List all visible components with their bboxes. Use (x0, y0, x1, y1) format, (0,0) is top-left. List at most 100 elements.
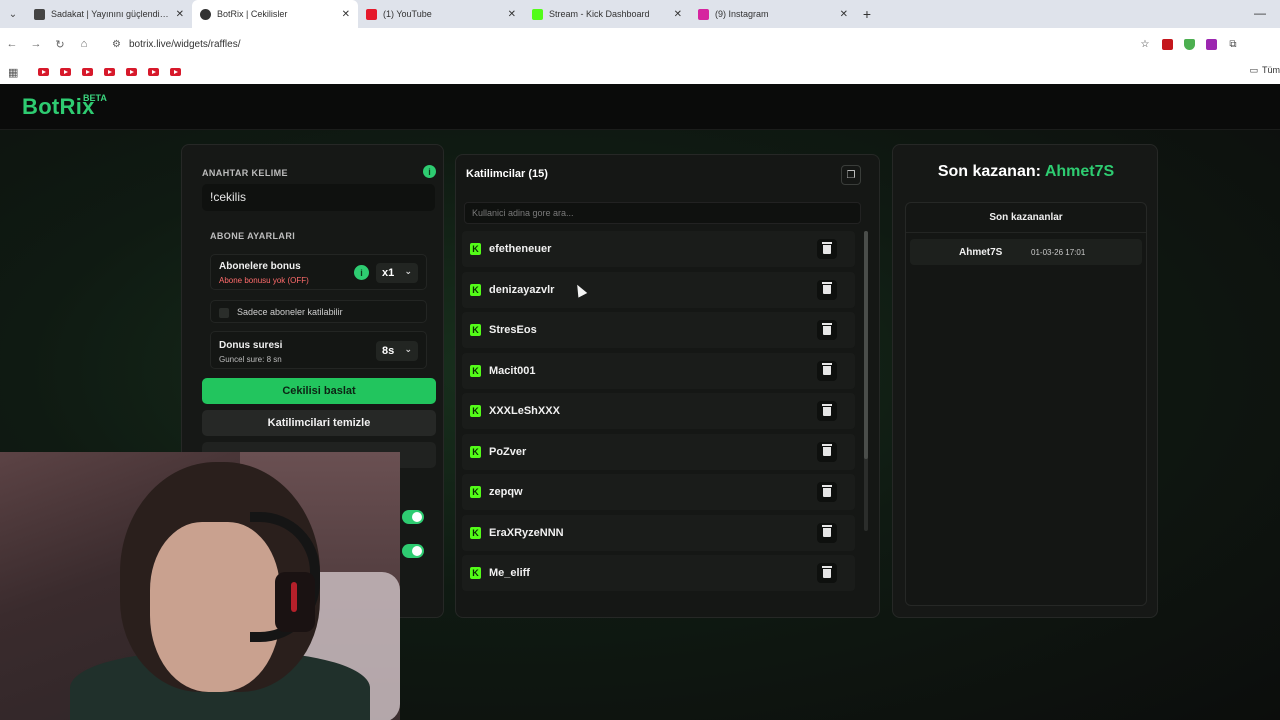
browser-tab[interactable]: Stream - Kick Dashboard ✕ (524, 0, 690, 28)
youtube-bookmark-icon[interactable] (148, 68, 159, 76)
extension-purple-icon[interactable] (1200, 33, 1222, 55)
youtube-bookmark-icon[interactable] (126, 68, 137, 76)
list-item: Kefetheneuer (462, 231, 855, 267)
home-icon[interactable]: ⌂ (72, 38, 96, 50)
folder-label: Tüm (1262, 65, 1280, 75)
participant-list-scrollbar[interactable] (864, 231, 868, 531)
participant-name: efetheneuer (489, 243, 552, 255)
all-bookmarks-folder[interactable]: ▭ Tüm (1249, 65, 1280, 76)
kick-icon: K (470, 405, 481, 417)
extension-pdf-icon[interactable] (1156, 33, 1178, 55)
delete-participant-button[interactable] (817, 320, 837, 340)
tab-title: (1) YouTube (383, 9, 432, 19)
new-tab-button[interactable]: + (856, 6, 878, 22)
info-icon[interactable]: i (423, 165, 436, 178)
delete-participant-button[interactable] (817, 522, 837, 543)
tab-favicon (34, 8, 45, 20)
recent-winners-title: Son kazananlar (906, 203, 1146, 233)
site-info-icon[interactable]: ⚙ (112, 39, 121, 50)
participant-name: Macit001 (489, 364, 536, 377)
copy-icon[interactable]: ❐ (841, 165, 861, 185)
app-header: BotRix BETA (0, 84, 1280, 130)
instagram-icon (698, 8, 709, 20)
headset-earcup (275, 572, 315, 632)
subscriber-settings-label: ABONE AYARLARI (210, 231, 296, 241)
close-tab-icon[interactable]: ✕ (342, 9, 350, 20)
chevron-down-icon: ⌄ (404, 344, 412, 354)
start-raffle-button[interactable]: Cekilisi baslat (202, 378, 436, 404)
trash-icon (822, 565, 832, 578)
subs-only-row[interactable]: Sadece aboneler katilabilir (210, 300, 427, 323)
delete-participant-button[interactable] (817, 360, 837, 381)
browser-tab[interactable]: (9) Instagram ✕ (690, 0, 856, 28)
bookmark-star-icon[interactable]: ☆ (1134, 33, 1156, 55)
trash-icon (822, 444, 832, 456)
delete-participant-button[interactable] (817, 401, 837, 421)
webcam-overlay (0, 452, 400, 720)
scrollbar-thumb[interactable] (864, 231, 868, 459)
participant-name: EraXRyzeNNN (489, 526, 564, 539)
participant-name: StresEos (489, 324, 537, 336)
close-tab-icon[interactable]: ✕ (674, 9, 682, 20)
browser-tab[interactable]: Sadakat | Yayınını güçlendirmek ✕ (26, 0, 192, 28)
participant-name: XXXLeShXXX (489, 405, 560, 417)
trash-icon (822, 484, 832, 497)
delete-participant-button[interactable] (817, 563, 837, 583)
extension-shield-icon[interactable] (1178, 33, 1200, 55)
delete-participant-button[interactable] (817, 239, 837, 259)
extensions-puzzle-icon[interactable]: ⧉ (1222, 33, 1244, 55)
address-bar: ← → ↻ ⌂ ⚙ botrix.live/widgets/raffles/ ☆… (0, 28, 1280, 60)
url-field[interactable]: ⚙ botrix.live/widgets/raffles/ (104, 32, 1134, 56)
list-item: K XXXLeShXXX (462, 393, 855, 429)
delete-participant-button[interactable] (817, 279, 837, 300)
list-item: Kdenizayazvlr (462, 271, 855, 308)
delete-participant-button[interactable] (817, 441, 837, 462)
tab-search-icon[interactable]: ⌄ (0, 0, 26, 28)
trash-icon (822, 241, 832, 254)
back-icon[interactable]: ← (0, 38, 24, 50)
duration-select[interactable]: 8s ⌄ (376, 341, 418, 361)
last-winner-prefix: Son kazanan: (937, 163, 1041, 180)
kick-icon: K (470, 243, 481, 255)
youtube-bookmark-icon[interactable] (104, 68, 115, 76)
youtube-bookmark-icon[interactable] (38, 68, 49, 76)
chevron-down-icon: ⌄ (404, 266, 412, 276)
list-item: K EraXRyzeNNN (462, 514, 855, 551)
apps-grid-icon[interactable]: ▦ (8, 66, 20, 79)
kick-icon (532, 8, 543, 20)
tab-title: (9) Instagram (715, 9, 769, 19)
close-tab-icon[interactable]: ✕ (840, 9, 848, 20)
setting-toggle[interactable] (402, 510, 424, 524)
trash-icon (822, 322, 832, 335)
reload-icon[interactable]: ↻ (48, 38, 72, 51)
delete-participant-button[interactable] (817, 482, 837, 502)
close-tab-icon[interactable]: ✕ (176, 9, 184, 20)
forward-icon[interactable]: → (24, 38, 48, 50)
browser-tab-bar: ⌄ Sadakat | Yayınını güçlendirmek ✕ BotR… (0, 0, 1280, 28)
subs-only-checkbox[interactable] (219, 308, 229, 318)
kick-icon: K (470, 283, 481, 296)
browser-tab[interactable]: (1) YouTube ✕ (358, 0, 524, 28)
youtube-bookmark-icon[interactable] (82, 68, 93, 76)
duration-title: Donus suresi (219, 340, 283, 351)
minimize-icon[interactable]: — (1254, 6, 1266, 20)
folder-icon: ▭ (1249, 65, 1258, 75)
close-tab-icon[interactable]: ✕ (508, 9, 516, 20)
participants-title: Katilimcilar (15) (466, 168, 548, 180)
youtube-bookmark-icon[interactable] (60, 68, 71, 76)
participants-card: Katilimcilar (15) ❐ Kefetheneuer Kdeniza… (455, 154, 880, 618)
youtube-bookmark-icon[interactable] (170, 68, 181, 76)
keyword-input[interactable]: !cekilis (202, 184, 435, 211)
participant-search-input[interactable] (464, 202, 861, 224)
participant-name: denizayazvlr (489, 283, 555, 296)
kick-icon: K (470, 324, 481, 336)
url-text: botrix.live/widgets/raffles/ (128, 38, 241, 50)
last-winner-heading: Son kazanan: Ahmet7S (893, 163, 1159, 181)
browser-tab-active[interactable]: BotRix | Cekilisler ✕ (192, 0, 358, 28)
bonus-multiplier-select[interactable]: x1 ⌄ (376, 263, 418, 283)
info-icon[interactable]: i (354, 265, 369, 280)
recent-winners-list: Son kazananlar Ahmet7S 01-03-26 17:01 (905, 202, 1147, 606)
setting-toggle[interactable] (402, 544, 424, 558)
clear-participants-button[interactable]: Katilimcilari temizle (202, 410, 436, 436)
last-winner-card: Son kazanan: Ahmet7S Son kazananlar Ahme… (892, 144, 1158, 618)
